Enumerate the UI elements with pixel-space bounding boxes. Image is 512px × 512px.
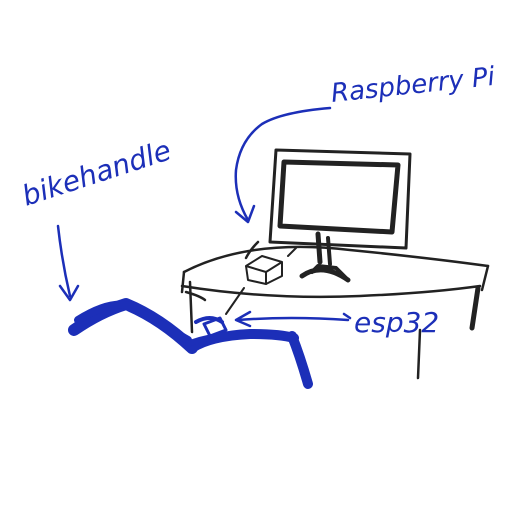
annotation-arrows — [56, 106, 352, 328]
raspberry-label: Raspberry Pi — [330, 62, 497, 109]
sketch-canvas: Raspberry Pi bikehandle esp32 — [0, 0, 512, 512]
sketch-drawing: Raspberry Pi bikehandle esp32 — [18, 62, 497, 389]
monitor — [268, 148, 412, 283]
esp-label: esp32 — [354, 306, 439, 339]
bike-label: bikehandle — [18, 134, 175, 213]
table-leg-right-front — [469, 285, 481, 331]
cable — [225, 247, 297, 315]
table-leg-left — [188, 280, 194, 334]
raspberry-pi-box — [245, 255, 283, 285]
arrow-esp — [236, 316, 350, 322]
